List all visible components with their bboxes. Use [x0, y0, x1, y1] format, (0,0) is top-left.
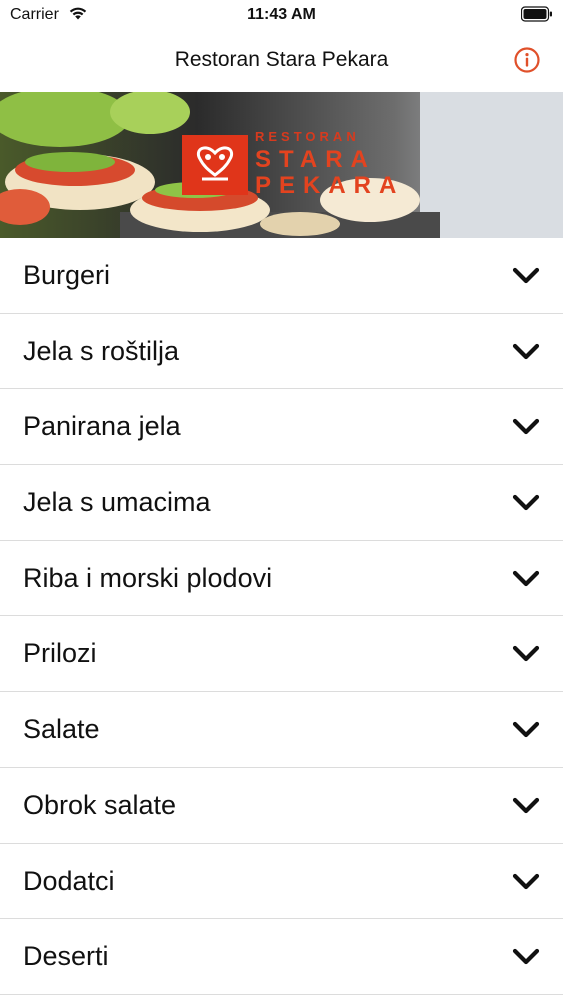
- hero-banner: RESTORAN STARA PEKARA: [0, 92, 563, 238]
- chevron-down-icon[interactable]: [511, 872, 541, 892]
- chevron-down-icon[interactable]: [511, 796, 541, 816]
- menu-row-label: Deserti: [23, 941, 109, 972]
- chevron-down-icon[interactable]: [511, 342, 541, 362]
- restaurant-logo: [182, 135, 248, 195]
- chevron-down-icon[interactable]: [511, 493, 541, 513]
- chevron-down-icon[interactable]: [511, 266, 541, 286]
- menu-row-label: Obrok salate: [23, 789, 177, 820]
- status-time: 11:43 AM: [247, 6, 316, 23]
- menu-row[interactable]: Deserti: [0, 919, 563, 995]
- menu-row[interactable]: Obrok salate: [0, 767, 563, 844]
- page-title: Restoran Stara Pekara: [174, 48, 389, 71]
- navigation-bar: Restoran Stara Pekara: [0, 30, 563, 92]
- status-bar: Carrier 11:43 AM: [0, 0, 563, 30]
- logo-text-restoran: RESTORAN: [255, 129, 360, 144]
- logo-text-pekara: PEKARA: [255, 172, 405, 199]
- menu-row-label: Jela s umacima: [23, 487, 211, 518]
- menu-row-label: Salate: [23, 714, 100, 745]
- menu-row[interactable]: Jela s roštilja: [0, 313, 563, 390]
- menu-row[interactable]: Jela s umacima: [0, 465, 563, 541]
- battery-icon: [521, 6, 552, 22]
- menu-row-label: Burgeri: [23, 260, 111, 290]
- chevron-down-icon[interactable]: [511, 720, 541, 740]
- menu-row-label: Panirana jela: [23, 411, 181, 442]
- chevron-down-icon[interactable]: [511, 644, 541, 664]
- menu-row[interactable]: Riba i morski plodovi: [0, 540, 563, 617]
- chevron-down-icon[interactable]: [511, 569, 541, 589]
- menu-row[interactable]: Burgeri: [0, 238, 563, 314]
- menu-row-label: Prilozi: [23, 638, 97, 669]
- menu-row-label: Riba i morski plodovi: [23, 562, 273, 593]
- chevron-down-icon[interactable]: [511, 417, 541, 437]
- logo-text-stara: STARA: [255, 146, 376, 173]
- menu-row[interactable]: Prilozi: [0, 616, 563, 693]
- menu-row-label: Jela s roštilja: [23, 335, 180, 366]
- menu-category-list: Burgeri Jela s roštilja Panirana jela Jela …: [0, 238, 563, 995]
- menu-row[interactable]: Dodatci: [0, 843, 563, 920]
- menu-row-label: Dodatci: [23, 865, 115, 896]
- info-icon[interactable]: [513, 46, 541, 74]
- chevron-down-icon[interactable]: [511, 947, 541, 967]
- menu-row[interactable]: Panirana jela: [0, 389, 563, 466]
- menu-row[interactable]: Salate: [0, 692, 563, 768]
